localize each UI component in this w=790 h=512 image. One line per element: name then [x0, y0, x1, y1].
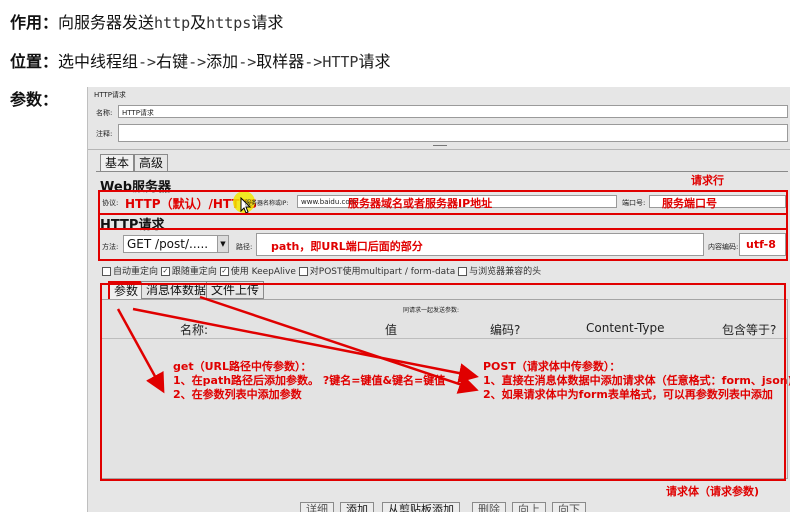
purpose-label: 作用：	[10, 13, 59, 32]
intro-line-purpose: 作用：向服务器发送http及https请求	[10, 12, 283, 34]
jmeter-http-sampler-panel: HTTP请求 名称: HTTP请求 注释: 基本 高级 Web服务器 协议: H…	[87, 87, 790, 512]
purpose-and: 及	[190, 13, 207, 32]
params-label: 参数：	[10, 90, 59, 109]
arrow-body-to-post	[199, 295, 479, 394]
loc-3: 添加	[206, 52, 239, 71]
loc-5: 请求	[358, 52, 391, 71]
purpose-text: 向服务器发送	[58, 13, 155, 32]
loc-1: 选中线程组	[58, 52, 139, 71]
loc-2: 右键	[156, 52, 189, 71]
loc-arrow-1: ->	[138, 53, 157, 71]
intro-line-location: 位置：选中线程组->右键->添加->取样器->HTTP请求	[10, 51, 390, 73]
loc-arrow-3: ->	[238, 53, 257, 71]
purpose-request: 请求	[251, 13, 284, 32]
location-label: 位置：	[10, 52, 59, 71]
arrow-params-to-post	[132, 307, 479, 383]
purpose-http: http	[154, 14, 191, 32]
annotation-arrows	[116, 295, 479, 394]
purpose-https: https	[206, 14, 252, 32]
loc-arrow-2: ->	[188, 53, 207, 71]
intro-line-params: 参数：	[10, 89, 58, 111]
arrow-params-to-get	[116, 308, 165, 394]
loc-4: 取样器	[256, 52, 305, 71]
loc-arrow-http: ->HTTP	[304, 53, 359, 71]
